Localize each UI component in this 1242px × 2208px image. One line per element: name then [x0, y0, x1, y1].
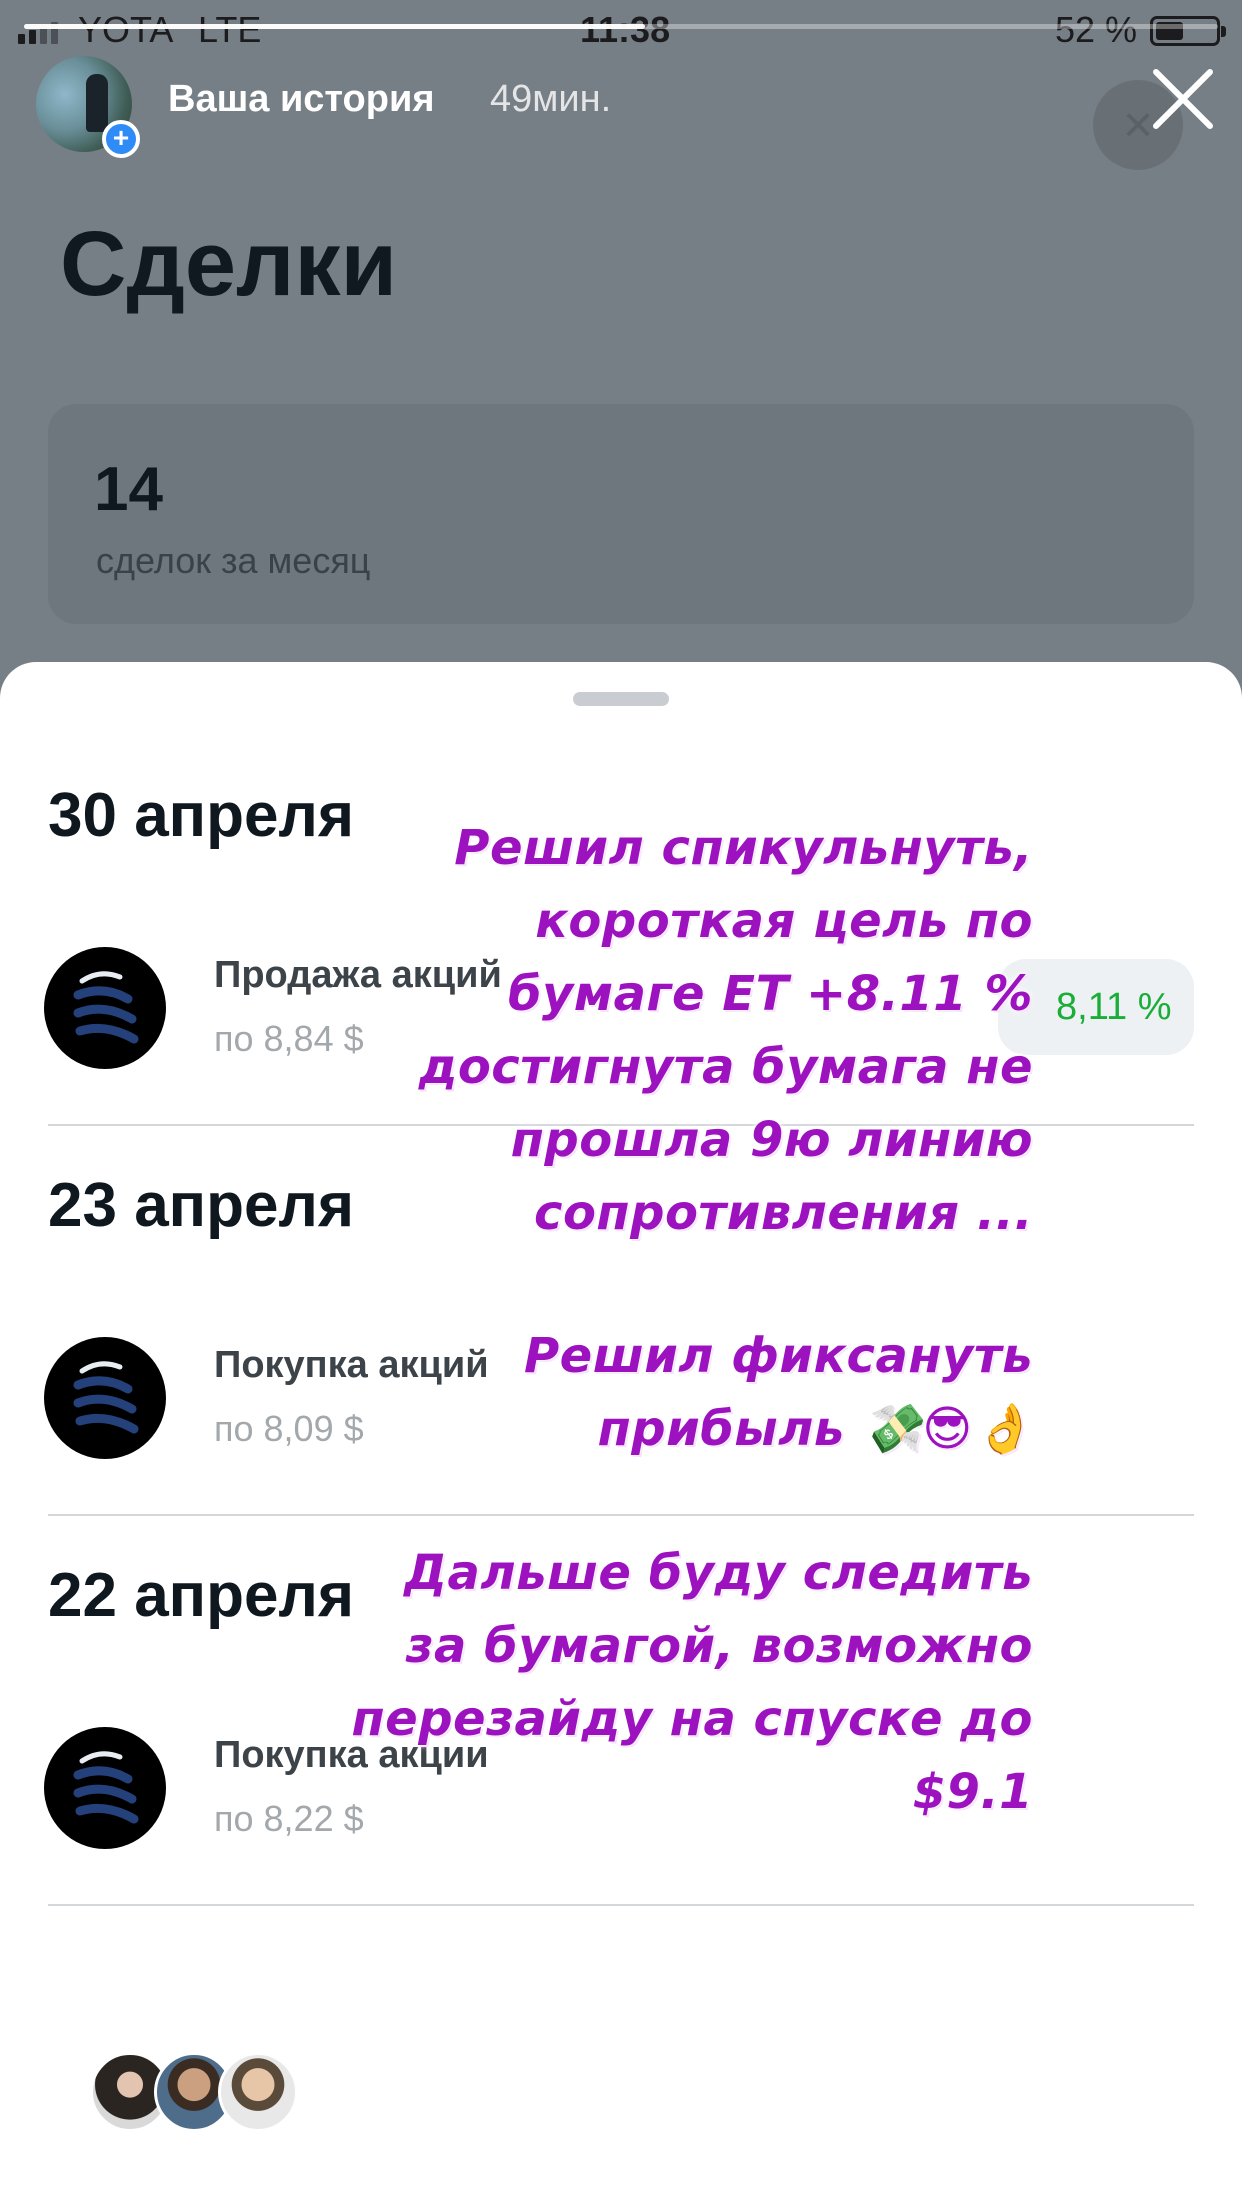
deals-count: 14 — [94, 455, 163, 524]
note-line: за бумагой, возможно — [405, 1618, 1033, 1674]
deal-date: 23 апреля — [48, 1171, 355, 1240]
story-timestamp: 49мин. — [490, 78, 612, 120]
note-line: $9.1 — [912, 1764, 1033, 1820]
deal-price: по 8,09 $ — [214, 1408, 364, 1449]
company-logo-icon — [44, 947, 166, 1069]
viewer-avatar — [218, 2052, 298, 2132]
carrier-name: YOTA — [78, 9, 174, 50]
network-type: LTE — [198, 9, 262, 50]
status-time: 11:38 — [580, 9, 671, 50]
note-line: достигнута бумага не — [418, 1039, 1033, 1095]
story-progress-bar — [24, 24, 1218, 29]
note-line: прибыль 💸😎👌 — [597, 1401, 1033, 1457]
note-line: сопротивления ... — [534, 1185, 1033, 1241]
story-text-note: Дальше буду следить за бумагой, возможно… — [351, 1537, 1033, 1829]
story-avatar[interactable]: + — [36, 56, 140, 158]
close-x-icon[interactable] — [1148, 64, 1218, 134]
divider — [48, 1514, 1194, 1516]
deals-count-label: сделок за месяц — [96, 540, 371, 581]
story-progress-fill — [24, 24, 645, 29]
avatar-figure — [86, 74, 108, 132]
note-line: Дальше буду следить — [404, 1545, 1033, 1601]
note-line: Решил спикульнуть, — [454, 820, 1033, 876]
deal-date: 30 апреля — [48, 781, 355, 850]
deal-price: по 8,84 $ — [214, 1018, 364, 1059]
note-line: короткая цель по — [535, 893, 1033, 949]
page-title: Сделки — [60, 213, 398, 315]
story-text-note: Решил спикульнуть, короткая цель по бума… — [419, 812, 1033, 1250]
battery-icon — [1150, 16, 1226, 46]
status-bar: YOTA LTE 11:38 52 % — [0, 0, 1242, 60]
battery-percentage: 52 % — [1055, 9, 1138, 50]
note-line: перезайду на спуске до — [351, 1691, 1033, 1747]
story-viewers[interactable] — [90, 2052, 310, 2132]
plus-icon[interactable]: + — [102, 120, 140, 158]
sheet-grabber[interactable] — [573, 692, 669, 706]
note-line: Решил фиксануть — [523, 1328, 1033, 1384]
note-line: прошла 9ю линию — [510, 1112, 1033, 1168]
divider — [48, 1904, 1194, 1906]
deal-operation: Покупка акций — [214, 1344, 489, 1386]
story-username[interactable]: Ваша история — [168, 78, 435, 121]
deal-date: 22 апреля — [48, 1561, 355, 1630]
stats-card: 14 сделок за месяц — [48, 404, 1194, 624]
company-logo-icon — [44, 1337, 166, 1459]
note-line: бумаге ET +8.11 % — [508, 966, 1033, 1022]
deal-price: по 8,22 $ — [214, 1798, 364, 1839]
story-text-note: Решил фиксануть прибыль 💸😎👌 — [524, 1320, 1033, 1466]
company-logo-icon — [44, 1727, 166, 1849]
